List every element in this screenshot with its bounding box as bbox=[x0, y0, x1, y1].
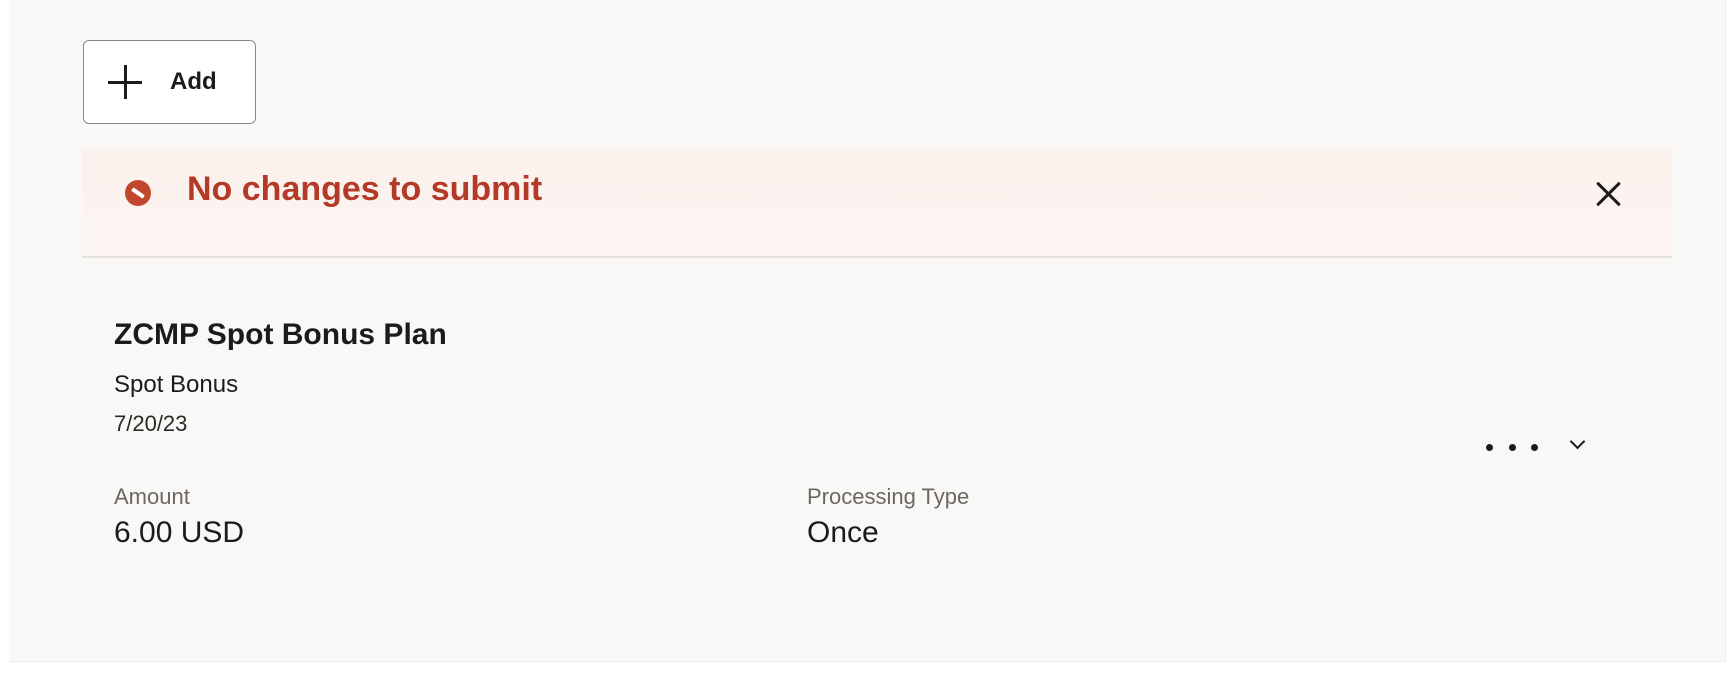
more-horizontal-icon-dot bbox=[1531, 443, 1538, 451]
add-button-label: Add bbox=[170, 68, 217, 95]
processing-type-label: Processing Type bbox=[807, 484, 970, 509]
amount-label: Amount bbox=[114, 484, 190, 509]
more-horizontal-icon-dot bbox=[1508, 443, 1516, 451]
chevron-down-icon bbox=[1569, 433, 1586, 450]
plan-date: 7/20/23 bbox=[114, 411, 188, 436]
error-icon bbox=[125, 180, 151, 206]
plan-title: ZCMP Spot Bonus Plan bbox=[114, 318, 447, 351]
processing-type-value: Once bbox=[807, 516, 879, 549]
close-icon[interactable] bbox=[1592, 177, 1626, 211]
add-button[interactable]: Add bbox=[83, 40, 256, 124]
expand-button[interactable] bbox=[1566, 432, 1590, 456]
amount-value: 6.00 USD bbox=[114, 516, 245, 549]
error-message-text: No changes to submit bbox=[187, 170, 543, 208]
plan-subtitle: Spot Bonus bbox=[114, 371, 239, 398]
compensation-panel: Add No changes to submit ZCMP Spot Bonus… bbox=[10, 0, 1726, 662]
error-message-banner: No changes to submit bbox=[82, 150, 1672, 258]
more-actions-button[interactable] bbox=[1486, 436, 1538, 458]
plus-icon bbox=[108, 65, 142, 99]
more-horizontal-icon-dot bbox=[1486, 443, 1493, 451]
